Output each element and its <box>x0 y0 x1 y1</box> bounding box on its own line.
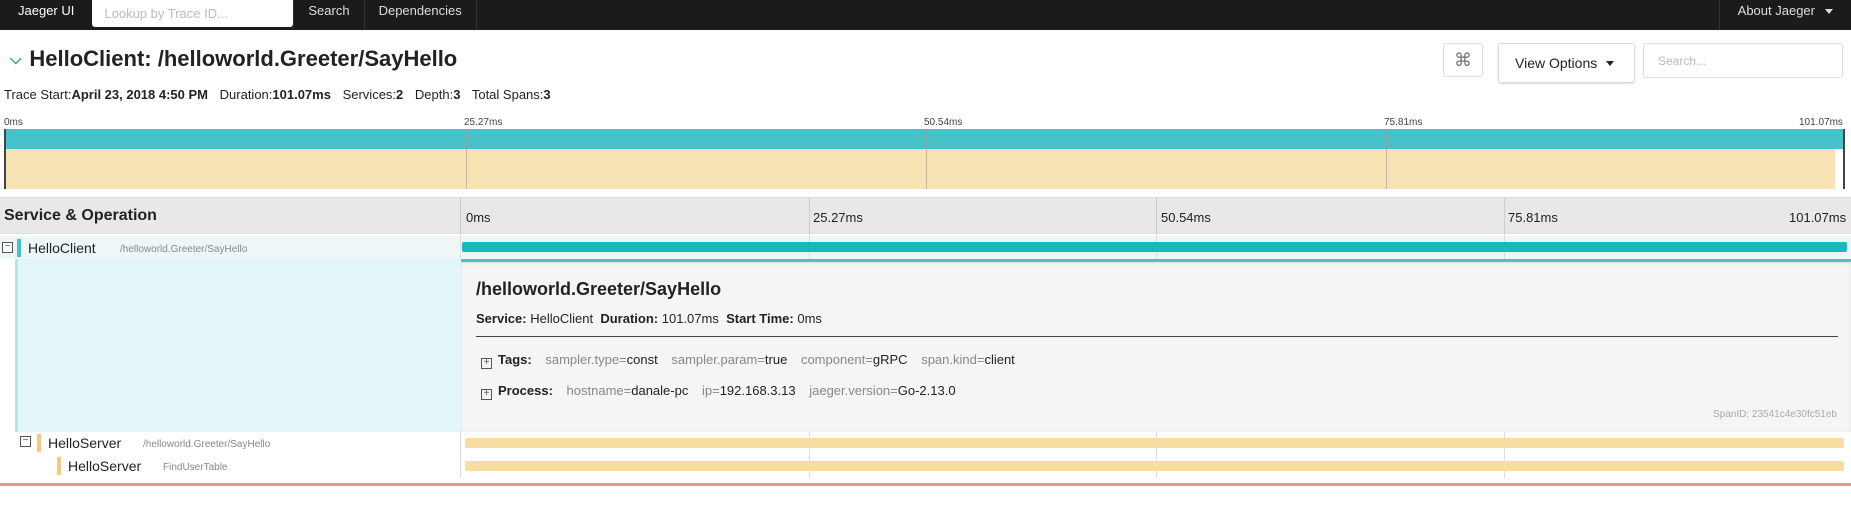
minimap-gridline <box>926 129 927 189</box>
minimap-root-span-bar <box>6 129 1843 149</box>
process-section[interactable]: + Process: hostname=danale-pc ip=192.168.… <box>481 383 966 400</box>
span-detail-indent <box>15 259 461 432</box>
collapse-chevron-icon[interactable]: ⌵ <box>10 51 21 68</box>
detail-start-label: Start Time: <box>726 311 794 326</box>
span-detail-content: /helloworld.Greeter/SayHello Service: He… <box>461 259 1851 432</box>
depth-value: 3 <box>453 87 461 102</box>
span-duration-bar[interactable] <box>464 438 1845 448</box>
column-resize-handle[interactable] <box>460 198 461 235</box>
span-duration-bar[interactable] <box>462 242 1847 252</box>
span-row[interactable]: HelloServer FindUserTable <box>0 455 1851 478</box>
about-jaeger-label: About Jaeger <box>1737 3 1815 18</box>
minimap-end-gap <box>1835 149 1843 189</box>
trace-meta: Trace Start:April 23, 2018 4:50 PM Durat… <box>4 87 551 102</box>
span-detail-title: /helloworld.Greeter/SayHello <box>476 279 722 299</box>
about-jaeger-menu[interactable]: About Jaeger <box>1718 0 1851 30</box>
span-operation-name: /helloworld.Greeter/SayHello <box>120 244 248 255</box>
minimap-tick: 50.54ms <box>924 117 963 128</box>
tag-item: span.kind=client <box>921 352 1015 367</box>
nav-search-link[interactable]: Search <box>293 0 365 30</box>
timeline-gridline <box>1504 198 1505 235</box>
trace-minimap[interactable] <box>4 129 1845 189</box>
timeline-header: Service & Operation 0ms 25.27ms 50.54ms … <box>0 197 1851 235</box>
tag-item: sampler.type=const <box>545 352 658 367</box>
span-row[interactable]: − HelloServer /helloworld.Greeter/SayHel… <box>0 432 1851 455</box>
collapse-toggle-icon[interactable]: − <box>20 436 31 447</box>
total-spans-label: Total Spans: <box>471 87 544 102</box>
service-color-bar <box>17 239 21 257</box>
detail-duration-value: 101.07ms <box>661 311 719 326</box>
span-name-cell[interactable]: HelloServer FindUserTable <box>0 455 461 478</box>
span-service-name: HelloServer <box>68 458 142 474</box>
detail-start-value: 0ms <box>797 311 822 326</box>
trace-id-lookup-input[interactable] <box>92 0 294 27</box>
span-service-name: HelloServer <box>48 435 122 451</box>
caret-down-icon <box>1825 9 1833 15</box>
timeline-tick: 75.81ms <box>1508 210 1558 225</box>
minimap-gridline <box>466 129 467 189</box>
expand-plus-icon[interactable]: + <box>481 389 492 400</box>
span-operation-name: /helloworld.Greeter/SayHello <box>143 439 271 450</box>
span-name-cell[interactable]: − HelloClient /helloworld.Greeter/SayHel… <box>0 236 461 259</box>
detail-divider <box>476 336 1838 337</box>
timeline-tick: 0ms <box>466 210 491 225</box>
tag-item: component=gRPC <box>800 352 908 367</box>
caret-down-icon <box>1606 61 1614 66</box>
process-label: Process: <box>498 383 553 398</box>
process-item: hostname=danale-pc <box>566 383 689 398</box>
tags-section[interactable]: + Tags: sampler.type=const sampler.param=… <box>481 352 1025 369</box>
view-options-button[interactable]: View Options <box>1498 43 1635 83</box>
keyboard-shortcuts-button[interactable]: ⌘ <box>1443 43 1483 77</box>
services-label: Services: <box>342 87 397 102</box>
span-id: SpanID: 23541c4e30fc51eb <box>1713 409 1837 420</box>
expand-plus-icon[interactable]: + <box>481 358 492 369</box>
brand-link[interactable]: Jaeger UI <box>0 0 92 30</box>
view-options-label: View Options <box>1515 55 1598 71</box>
minimap-ticks: 0ms 25.27ms 50.54ms 75.81ms 101.07ms <box>0 117 1851 129</box>
tag-item: sampler.param=true <box>671 352 788 367</box>
timeline-tick: 25.27ms <box>813 210 863 225</box>
timeline-tick: 101.07ms <box>1789 210 1847 225</box>
collapse-toggle-icon[interactable]: − <box>2 242 13 253</box>
duration-label: Duration: <box>219 87 273 102</box>
top-nav: Jaeger UI Search Dependencies About Jaeg… <box>0 0 1851 30</box>
minimap-tick: 0ms <box>4 117 23 128</box>
detail-duration-label: Duration: <box>600 311 659 326</box>
trace-title: HelloClient: /helloworld.Greeter/SayHell… <box>29 46 458 71</box>
detail-service-value: HelloClient <box>530 311 594 326</box>
span-detail-panel: /helloworld.Greeter/SayHello Service: He… <box>0 259 1851 432</box>
trace-title-row: ⌵ HelloClient: /helloworld.Greeter/SayHe… <box>10 46 457 72</box>
duration-value: 101.07ms <box>272 87 331 102</box>
span-operation-name: FindUserTable <box>163 462 228 473</box>
services-value: 2 <box>396 87 404 102</box>
span-name-cell[interactable]: − HelloServer /helloworld.Greeter/SayHel… <box>0 432 461 455</box>
minimap-tick: 101.07ms <box>1799 117 1843 128</box>
tags-label: Tags: <box>498 352 532 367</box>
trace-start-value: April 23, 2018 4:50 PM <box>71 87 209 102</box>
timeline-gridline <box>809 198 810 235</box>
service-operation-header: Service & Operation <box>4 207 157 224</box>
minimap-tick: 25.27ms <box>464 117 503 128</box>
nav-dependencies-link[interactable]: Dependencies <box>365 0 477 30</box>
minimap-gridline <box>1386 129 1387 189</box>
detail-service-label: Service: <box>476 311 527 326</box>
bottom-accent-line <box>0 483 1851 486</box>
total-spans-value: 3 <box>543 87 551 102</box>
span-detail-meta: Service: HelloClient Duration: 101.07ms … <box>476 311 822 326</box>
service-color-bar <box>57 457 61 475</box>
service-color-bar <box>37 434 41 452</box>
span-search-input[interactable] <box>1643 43 1843 78</box>
process-item: ip=192.168.3.13 <box>701 383 796 398</box>
trace-start-label: Trace Start: <box>4 87 72 102</box>
timeline-gridline <box>1156 198 1157 235</box>
span-service-name: HelloClient <box>28 240 96 256</box>
minimap-tick: 75.81ms <box>1384 117 1423 128</box>
span-duration-bar[interactable] <box>464 461 1845 471</box>
span-row[interactable]: − HelloClient /helloworld.Greeter/SayHel… <box>0 236 1851 259</box>
process-item: jaeger.version=Go-2.13.0 <box>809 383 956 398</box>
depth-label: Depth: <box>414 87 454 102</box>
timeline-tick: 50.54ms <box>1161 210 1211 225</box>
